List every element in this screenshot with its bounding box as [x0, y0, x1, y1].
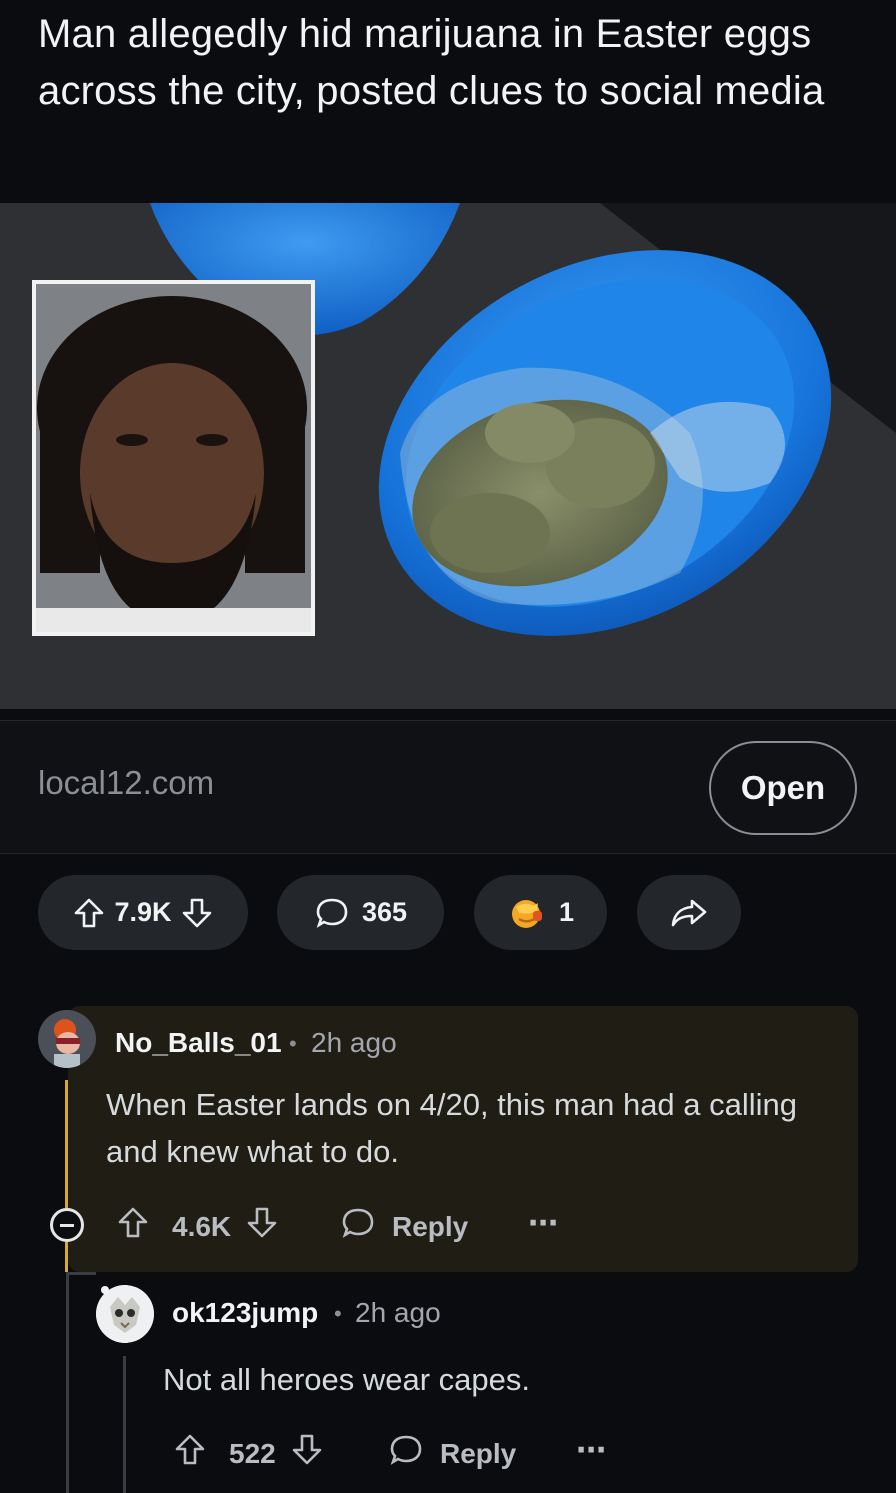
award-button[interactable]: 1 [474, 875, 607, 950]
comment-body: Not all heroes wear capes. [163, 1362, 531, 1397]
comment-count: 365 [361, 897, 408, 927]
upvote-icon[interactable] [72, 896, 106, 930]
thread-line [65, 1242, 68, 1272]
downvote-icon[interactable] [290, 1432, 324, 1475]
award-count: 1 [558, 897, 575, 927]
comment-score: 4.6K [172, 1210, 232, 1242]
separator-dot: • [334, 1301, 342, 1326]
post-image[interactable] [0, 203, 896, 709]
reply-label: Reply [440, 1437, 517, 1469]
comment-age: 2h ago [311, 1027, 397, 1058]
post-image-graphic [0, 203, 896, 709]
thread-line [65, 1080, 68, 1208]
vote-pill: 7.9K [38, 875, 248, 950]
upvote-icon[interactable] [173, 1432, 207, 1475]
comment-vote: 522 [173, 1432, 324, 1475]
post-score: 7.9K [114, 897, 172, 927]
reply-label: Reply [392, 1210, 469, 1242]
reply-button[interactable]: Reply [388, 1432, 516, 1475]
reply-button[interactable]: Reply [340, 1205, 468, 1248]
comment-vote: 4.6K [116, 1205, 279, 1248]
open-link-button[interactable]: Open [709, 741, 857, 835]
collapse-thread-button[interactable] [50, 1208, 84, 1242]
comments-button[interactable]: 365 [277, 875, 444, 950]
post-title[interactable]: Man allegedly hid marijuana in Easter eg… [38, 6, 858, 120]
post-title-area: Man allegedly hid marijuana in Easter eg… [0, 0, 896, 195]
thread-line [123, 1356, 126, 1493]
avatar-image [38, 1010, 96, 1068]
online-indicator [101, 1286, 109, 1294]
comment-age: 2h ago [355, 1297, 441, 1328]
comment-score: 522 [229, 1437, 276, 1469]
more-options-button[interactable]: ⋯ [528, 1206, 559, 1241]
share-icon [669, 895, 709, 931]
reply-icon [340, 1205, 376, 1248]
comment-username[interactable]: ok123jump [172, 1297, 318, 1329]
link-domain[interactable]: local12.com [38, 764, 214, 802]
minus-icon [60, 1223, 74, 1227]
upvote-icon[interactable] [116, 1205, 150, 1248]
thread-connector [66, 1272, 96, 1275]
more-options-button[interactable]: ⋯ [576, 1433, 607, 1468]
reply-icon [388, 1432, 424, 1475]
separator-dot: • [289, 1031, 297, 1056]
comment-icon [314, 895, 350, 931]
comment-body: When Easter lands on 4/20, this man had … [106, 1087, 798, 1169]
thread-line [66, 1272, 69, 1493]
award-icon [507, 893, 547, 933]
downvote-icon[interactable] [245, 1205, 279, 1248]
share-button[interactable] [637, 875, 741, 950]
avatar[interactable] [38, 1010, 96, 1068]
downvote-icon[interactable] [180, 896, 214, 930]
comment-username[interactable]: No_Balls_01 [115, 1027, 282, 1059]
